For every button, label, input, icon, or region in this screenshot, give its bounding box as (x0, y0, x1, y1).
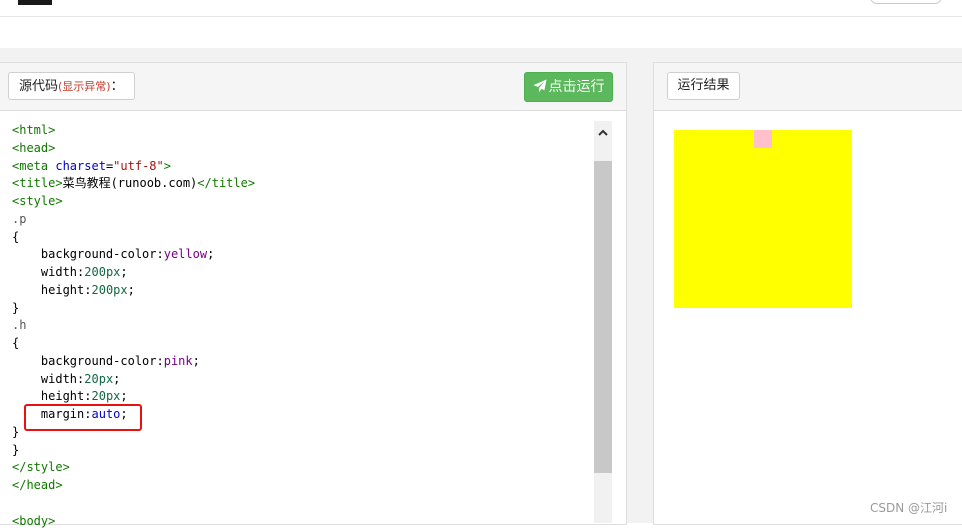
code-token: 200px (84, 265, 120, 279)
code-token: .p (12, 212, 26, 226)
run-result-button[interactable]: 运行结果 (667, 72, 740, 100)
source-panel-header: 源代码(显示异常)： 点击运行 (0, 63, 626, 111)
result-panel-header: 运行结果 (654, 63, 962, 111)
code-token: <body> (12, 514, 55, 528)
code-line: height:200px; (12, 282, 255, 300)
code-token: <head> (12, 141, 55, 155)
scroll-thumb[interactable] (594, 161, 612, 473)
code-token: : (157, 354, 164, 368)
result-yellow-box (674, 130, 852, 308)
code-token: yellow (164, 247, 207, 261)
code-token (12, 372, 41, 386)
code-line: background-color:pink; (12, 353, 255, 371)
code-line: width:20px; (12, 371, 255, 389)
code-token: : (157, 247, 164, 261)
code-token: <title> (12, 176, 63, 190)
code-line: <title>菜鸟教程(runoob.com)</title> (12, 175, 255, 193)
code-line: } (12, 442, 255, 460)
code-token: ; (120, 389, 127, 403)
code-token (12, 265, 41, 279)
code-line: </style> (12, 459, 255, 477)
code-token: 菜鸟教程(runoob.com) (63, 176, 198, 190)
code-token: 200px (92, 283, 128, 297)
paper-plane-icon (533, 79, 547, 93)
code-editor[interactable]: <html> <head> <meta charset="utf-8"><title… (12, 122, 255, 530)
code-token: ; (207, 247, 214, 261)
top-right-button[interactable] (870, 0, 942, 4)
source-code-label: 源代码 (19, 79, 58, 94)
code-token: "utf-8" (113, 159, 164, 173)
code-token: </style> (12, 460, 70, 474)
code-line (12, 495, 255, 513)
code-line: { (12, 229, 255, 247)
code-line: <style> (12, 193, 255, 211)
code-token: charset (55, 159, 106, 173)
code-token: .h (12, 318, 26, 332)
watermark: CSDN @江河i (870, 499, 947, 516)
code-token: } (12, 425, 19, 439)
code-token: 20px (84, 372, 113, 386)
code-token: } (12, 443, 19, 457)
code-token: <html> (12, 123, 55, 137)
code-line: <meta charset="utf-8"> (12, 158, 255, 176)
code-token: <style> (12, 194, 63, 208)
code-line: <html> (12, 122, 255, 140)
code-token: width (41, 265, 77, 279)
code-token: { (12, 336, 19, 350)
chevron-up-icon (597, 127, 609, 139)
code-token (12, 354, 41, 368)
scroll-up-arrow[interactable] (594, 121, 612, 161)
code-line: background-color:yellow; (12, 246, 255, 264)
code-token: background-color (41, 354, 157, 368)
code-line: .p (12, 211, 255, 229)
code-line: width:200px; (12, 264, 255, 282)
run-button[interactable]: 点击运行 (524, 72, 613, 102)
code-token: : (84, 389, 91, 403)
code-token: ; (113, 372, 120, 386)
source-code-panel: 源代码(显示异常)： 点击运行 <html> <head> <meta charse… (0, 62, 627, 525)
code-line: </head> (12, 477, 255, 495)
code-token: 20px (92, 389, 121, 403)
code-token: width (41, 372, 77, 386)
code-token: } (12, 301, 19, 315)
code-line: <head> (12, 140, 255, 158)
code-token: background-color (41, 247, 157, 261)
code-token: : (84, 283, 91, 297)
top-bar (0, 0, 962, 17)
code-token: height (41, 283, 84, 297)
code-token (12, 247, 41, 261)
code-line: } (12, 300, 255, 318)
site-logo[interactable] (18, 0, 52, 5)
source-label-suffix: ： (111, 79, 124, 94)
code-token: pink (164, 354, 193, 368)
code-token: </head> (12, 478, 63, 492)
editor-scrollbar[interactable] (594, 121, 612, 523)
code-token: <meta (12, 159, 48, 173)
annotation-highlight-box (24, 404, 142, 431)
code-line: { (12, 335, 255, 353)
code-line: .h (12, 317, 255, 335)
code-token: { (12, 230, 19, 244)
code-token: </title> (197, 176, 255, 190)
code-token (12, 283, 41, 297)
code-token: > (164, 159, 171, 173)
source-code-button[interactable]: 源代码(显示异常)： (8, 72, 135, 100)
code-line: <body> (12, 513, 255, 530)
run-button-label: 点击运行 (549, 79, 605, 95)
code-token: ; (128, 283, 135, 297)
display-error-note: (显示异常) (58, 80, 111, 93)
code-token: ; (120, 265, 127, 279)
result-pink-box (754, 130, 772, 148)
code-token: height (41, 389, 84, 403)
code-token: ; (193, 354, 200, 368)
code-token (12, 389, 41, 403)
